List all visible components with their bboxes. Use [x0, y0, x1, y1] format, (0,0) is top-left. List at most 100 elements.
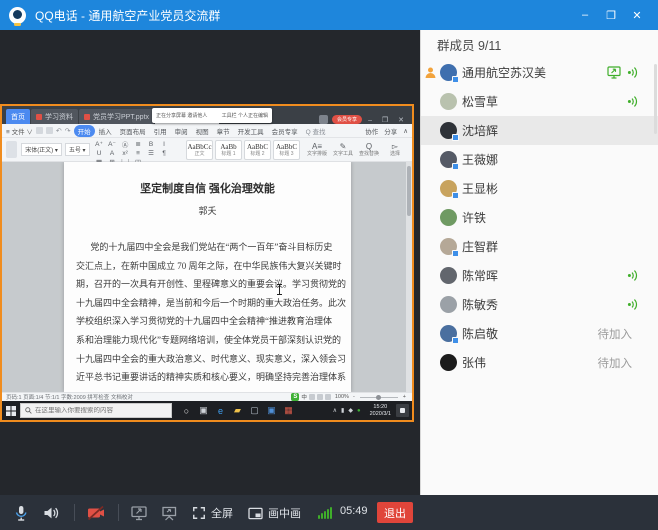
- member-row[interactable]: 陈敏秀: [421, 290, 658, 319]
- vip-badge: 会员专享: [332, 115, 362, 124]
- member-avatar: [440, 122, 457, 139]
- word-app-icon: ▣: [263, 401, 280, 420]
- view-mode-icon: [317, 394, 323, 400]
- member-name: 王薇娜: [462, 151, 498, 168]
- maximize-button[interactable]: ❐: [598, 4, 624, 26]
- camera-off-button[interactable]: [85, 502, 107, 524]
- member-avatar: [440, 354, 457, 371]
- zoom-slider: [360, 397, 398, 398]
- member-name: 陈启敬: [462, 325, 498, 342]
- toolbar-tool: ✎文字工具: [330, 142, 356, 157]
- screen-share-button[interactable]: [128, 502, 150, 524]
- doc-icon: [36, 114, 42, 120]
- notification-center-icon: [396, 404, 409, 417]
- wps-menu-tab: 开发工具: [234, 125, 268, 137]
- redo-icon: ↷: [65, 127, 71, 135]
- voice-active-icon: [627, 298, 640, 311]
- font-size-box: 五号 ▾: [65, 143, 90, 156]
- wps-menu-tab: 引用: [150, 125, 171, 137]
- member-avatar: [440, 296, 457, 313]
- document-title: 坚定制度自信 强化治理效能: [64, 180, 351, 196]
- wps-menu-tab: 章节: [213, 125, 234, 137]
- minimize-button[interactable]: –: [572, 4, 598, 26]
- document-author: 郭夭: [64, 204, 351, 217]
- page-status-text: 页码:1 页面:1/4 节:1/1 字数:2009 拼写检查 文档校对: [6, 393, 133, 401]
- file-menu: ≡ 文件 ∨: [6, 126, 33, 136]
- collapse-ribbon-icon: ∧: [403, 127, 408, 135]
- member-name: 陈常晖: [462, 267, 498, 284]
- member-name: 许铁: [462, 209, 486, 226]
- tray-icon: ▮: [341, 407, 344, 414]
- wps-status-bar: 页码:1 页面:1/4 节:1/1 字数:2009 拼写检查 文档校对 S 中 …: [2, 392, 412, 401]
- member-list: 通用航空苏汉美 松雪草: [421, 58, 658, 377]
- member-row[interactable]: 王显彬: [421, 174, 658, 203]
- wps-doc-tab: 学习资料: [31, 109, 78, 124]
- member-row[interactable]: 陈启敬 待加入: [421, 319, 658, 348]
- member-name: 通用航空苏汉美: [462, 64, 546, 81]
- member-row[interactable]: 通用航空苏汉美: [421, 58, 658, 87]
- share-button: 分享: [384, 126, 397, 136]
- member-name: 陈敏秀: [462, 296, 498, 313]
- format-glyph-icon: B: [145, 140, 158, 149]
- member-row[interactable]: 松雪草: [421, 87, 658, 116]
- text-cursor: [279, 284, 280, 295]
- document-body: 党的十九届四中全会是我们党站在“两个一百年”奋斗目标历史交汇点上，在新中国成立 …: [76, 238, 341, 387]
- document-text-line: 学校组织深入学习贯彻党的十九届四中全会精神“推进教育治理体: [76, 312, 341, 331]
- screen-share-notice-bar: 正在分享屏幕 邀请他人 工具栏 个人正在编辑: [152, 108, 272, 123]
- member-row[interactable]: 许铁: [421, 203, 658, 232]
- speaker-button[interactable]: [40, 502, 62, 524]
- call-control-bar: 全屏 画中画 05:49 退出: [0, 495, 658, 530]
- wps-menu-tab: 审阅: [171, 125, 192, 137]
- document-text-line: 系和治理能力现代化”专题网络培训，使全体党员干部深刻认识党的: [76, 331, 341, 350]
- member-row[interactable]: 陈常晖: [421, 261, 658, 290]
- format-glyph-icon: Ⓐ: [119, 140, 132, 149]
- toolbar-tool: ▻选择: [382, 142, 408, 157]
- input-mode-indicator: 中: [301, 393, 307, 401]
- wps-menu-tab: 页面布局: [116, 125, 150, 137]
- print-icon: [46, 127, 53, 134]
- close-button[interactable]: ✕: [624, 4, 650, 26]
- member-count-header: 群成员 9/11: [421, 30, 658, 58]
- microphone-button[interactable]: [10, 502, 32, 524]
- pip-icon: [248, 507, 263, 520]
- wps-menu-tab: 插入: [95, 125, 116, 137]
- shared-screen-stream[interactable]: 首页 学习资料 党员学习PPT.pptx 党员学习.docx✕ + 正在分享屏幕…: [0, 104, 414, 422]
- member-row[interactable]: 沈培辉: [421, 116, 658, 145]
- format-glyph-icon: A⁻: [106, 140, 119, 149]
- taskbar-search-box: [20, 403, 172, 418]
- sharing-screen-icon: [607, 66, 622, 79]
- waiting-badge: 待加入: [598, 355, 633, 371]
- device-badge-icon: [452, 337, 459, 344]
- device-badge-icon: [452, 76, 459, 83]
- pinned-app-icon: ▢: [246, 401, 263, 420]
- member-avatar: [440, 238, 457, 255]
- fullscreen-icon: [192, 506, 206, 520]
- wps-ppt-tab: 党员学习PPT.pptx: [79, 109, 154, 124]
- wps-account-avatar: [319, 115, 328, 124]
- member-row[interactable]: 张伟 待加入: [421, 348, 658, 377]
- tray-icon: ◆: [348, 407, 353, 414]
- member-name: 松雪草: [462, 93, 498, 110]
- style-gallery-item: AaBbC标题 3: [273, 140, 300, 160]
- whiteboard-button[interactable]: [158, 502, 180, 524]
- taskbar-search-input: [35, 407, 155, 414]
- pip-button[interactable]: 画中画: [248, 502, 301, 524]
- device-badge-icon: [452, 250, 459, 257]
- store-app-icon: ▦: [280, 401, 297, 420]
- member-name: 沈培辉: [462, 122, 498, 139]
- format-glyph-icon: U: [93, 149, 106, 158]
- wps-menu-bar: ≡ 文件 ∨ ↶ ↷ 开始插入页面布局引用审阅视图章节开发工具会员专享 Q 查找…: [2, 124, 412, 138]
- zoom-in-button: +: [403, 394, 406, 400]
- format-glyph-icon: I: [158, 140, 171, 149]
- member-row[interactable]: 王薇娜: [421, 145, 658, 174]
- fullscreen-button[interactable]: 全屏: [192, 502, 233, 524]
- voice-active-icon: [627, 269, 640, 282]
- voice-active-icon: [627, 66, 640, 79]
- start-button-icon: [2, 401, 20, 420]
- sidebar-scrollbar[interactable]: [654, 64, 657, 134]
- member-row[interactable]: 庄智群: [421, 232, 658, 261]
- wps-menu-tab: 开始: [74, 125, 95, 137]
- wps-menu-tab: 会员专享: [268, 125, 302, 137]
- video-stage: 首页 学习资料 党员学习PPT.pptx 党员学习.docx✕ + 正在分享屏幕…: [0, 30, 420, 495]
- exit-call-button[interactable]: 退出: [377, 502, 413, 523]
